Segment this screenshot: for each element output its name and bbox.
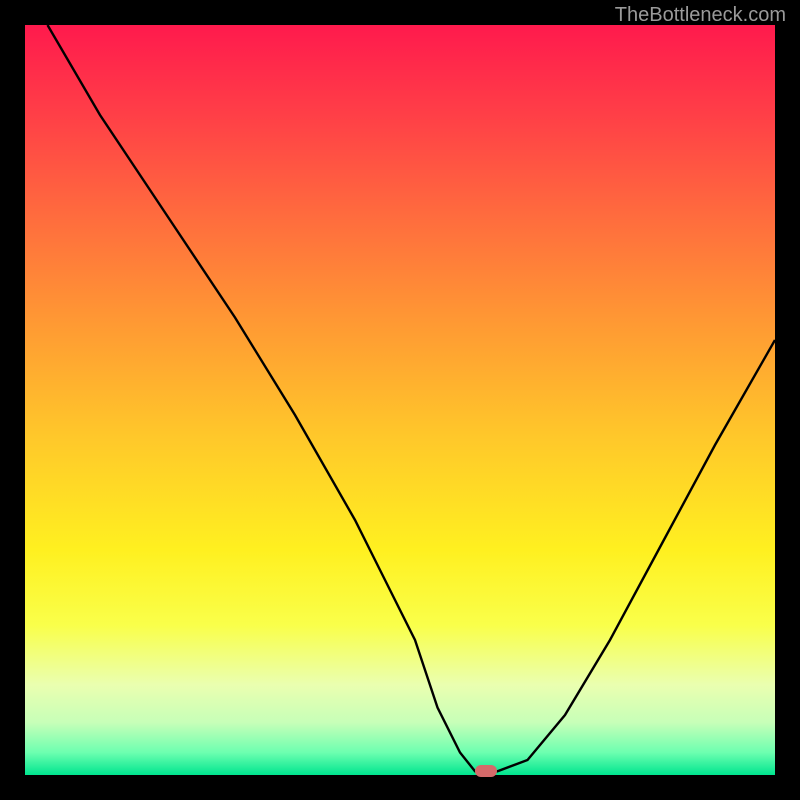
bottleneck-curve <box>25 25 775 775</box>
plot-area <box>25 25 775 775</box>
watermark-text: TheBottleneck.com <box>615 4 786 27</box>
optimal-marker <box>475 765 497 777</box>
